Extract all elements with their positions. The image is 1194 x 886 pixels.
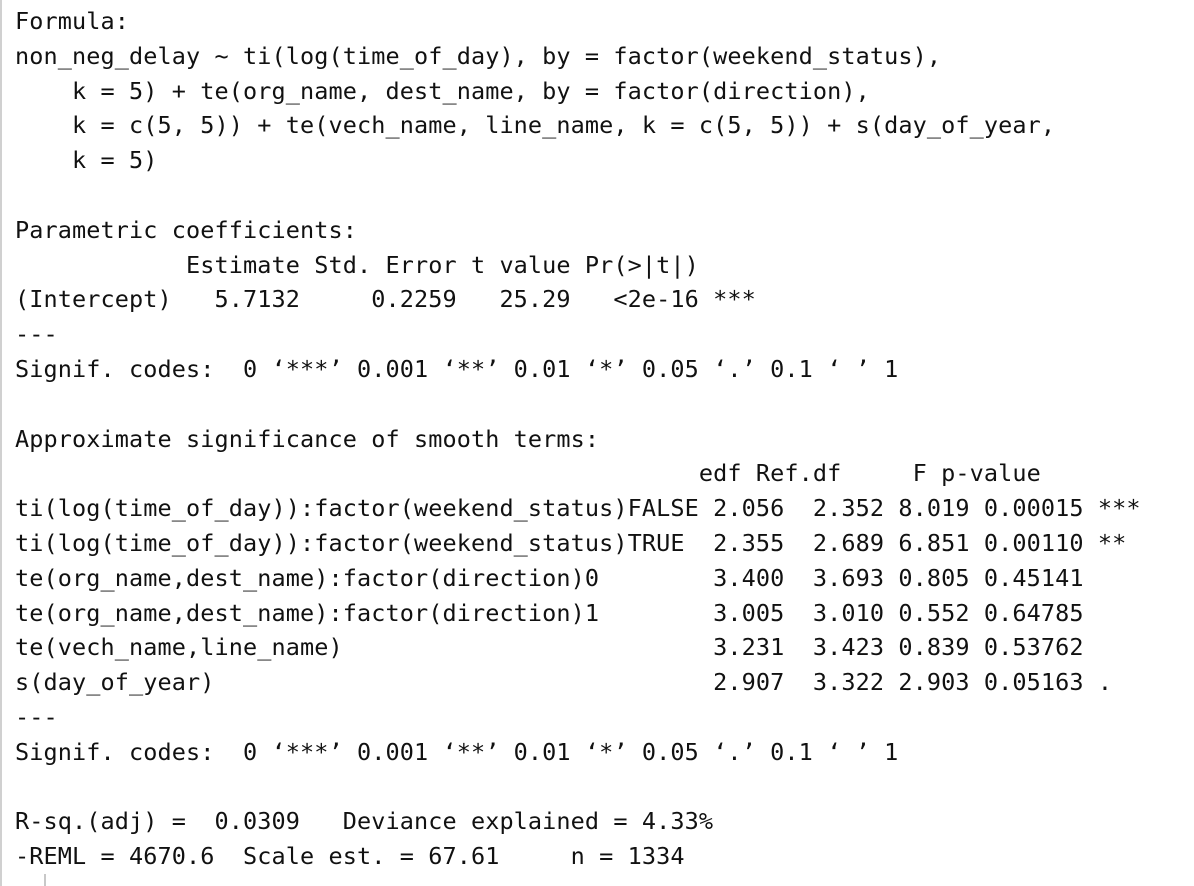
smooth-row: s(day_of_year) 2.907 3.322 2.903 0.05163… — [15, 668, 1113, 697]
smooth-terms-header: Approximate significance of smooth terms… — [15, 424, 600, 453]
formula-line-2: k = 5) + te(org_name, dest_name, by = fa… — [15, 76, 870, 105]
gam-summary-output: Formula: non_neg_delay ~ ti(log(time_of_d… — [15, 4, 1141, 874]
signif-codes-1: Signif. codes: 0 ‘***’ 0.001 ‘**’ 0.01 ‘… — [15, 354, 899, 383]
formula-header: Formula: — [15, 7, 129, 35]
text-cursor — [44, 874, 46, 886]
smooth-row: te(vech_name,line_name) 3.231 3.423 0.83… — [15, 633, 1084, 662]
r-console-output-panel: Formula: non_neg_delay ~ ti(log(time_of_d… — [0, 0, 1194, 886]
formula-line-1: non_neg_delay ~ ti(log(time_of_day), by … — [15, 41, 942, 70]
formula-line-4: k = 5) — [15, 146, 158, 175]
separator: --- — [15, 320, 58, 349]
smooth-row: te(org_name,dest_name):factor(direction)… — [15, 563, 1084, 592]
smooth-table-header: edf Ref.df F p-value — [15, 459, 1041, 488]
smooth-row: te(org_name,dest_name):factor(direction)… — [15, 598, 1084, 627]
separator: --- — [15, 702, 58, 731]
smooth-row: ti(log(time_of_day)):factor(weekend_stat… — [15, 494, 1141, 523]
intercept-row: (Intercept) 5.7132 0.2259 25.29 <2e-16 *… — [15, 285, 756, 314]
formula-line-3: k = c(5, 5)) + te(vech_name, line_name, … — [15, 111, 1056, 140]
reml-line: -REML = 4670.6 Scale est. = 67.61 n = 13… — [15, 842, 685, 871]
smooth-row: ti(log(time_of_day)):factor(weekend_stat… — [15, 528, 1127, 557]
parametric-table-header: Estimate Std. Error t value Pr(>|t|) — [15, 250, 699, 279]
r-squared-line: R-sq.(adj) = 0.0309 Deviance explained =… — [15, 807, 714, 836]
parametric-coefficients-header: Parametric coefficients: — [15, 215, 357, 244]
signif-codes-2: Signif. codes: 0 ‘***’ 0.001 ‘**’ 0.01 ‘… — [15, 737, 899, 766]
